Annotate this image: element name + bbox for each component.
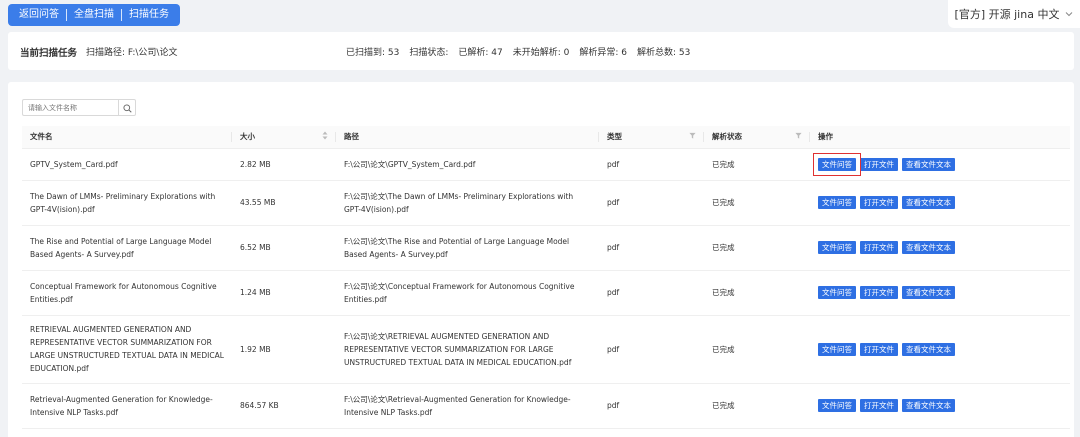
- file-qa-button[interactable]: 文件问答: [818, 196, 856, 209]
- chevron-down-icon: [1065, 10, 1073, 19]
- view-file-text-button[interactable]: 查看文件文本: [902, 342, 955, 356]
- open-file-button[interactable]: 打开文件: [860, 286, 898, 299]
- cell-actions: 文件问答 打开文件 查看文件文本: [810, 180, 1070, 226]
- table-row: RETRIEVAL AUGMENTED GENERATION AND REPRE…: [22, 315, 1070, 384]
- file-qa-button[interactable]: 文件问答: [818, 241, 856, 254]
- table-row: GPTV_System_Card.pdf 2.82 MB F:\公司\论文\GP…: [22, 148, 1070, 181]
- scan-path: 扫描路径: F:\公司\论文: [86, 48, 178, 58]
- filter-icon[interactable]: [795, 132, 802, 141]
- top-nav: 返回问答 全盘扫描 扫描任务: [8, 4, 180, 26]
- search-button[interactable]: [118, 99, 136, 116]
- cell-actions: 文件问答 打开文件 查看文件文本: [810, 148, 1070, 181]
- table-row: The Rise and Potential of Large Language…: [22, 225, 1070, 271]
- cell-file-size: 2.82 MB: [232, 148, 336, 181]
- view-file-text-button[interactable]: 查看文件文本: [902, 399, 955, 412]
- cell-file-path: F:\公司\论文\RETRIEVAL AUGMENTED GENERATION …: [336, 315, 599, 384]
- scan-task-info: 当前扫描任务 扫描路径: F:\公司\论文 已扫描到: 53 扫描状态: 已解析…: [8, 32, 1074, 70]
- view-file-text-button[interactable]: 查看文件文本: [902, 157, 955, 171]
- cell-parse-status: 已完成: [704, 148, 810, 181]
- filter-icon[interactable]: [689, 132, 696, 141]
- cell-parse-status: 已完成: [704, 315, 810, 384]
- cell-file-size: 1.24 MB: [232, 270, 336, 316]
- stat-scanned: 已扫描到: 53: [346, 48, 400, 58]
- open-file-button[interactable]: 打开文件: [860, 241, 898, 254]
- file-qa-button[interactable]: 文件问答: [818, 399, 856, 412]
- open-file-button[interactable]: 打开文件: [860, 196, 898, 209]
- full-disk-scan-button[interactable]: 全盘扫描: [67, 4, 121, 26]
- highlight-box: [813, 152, 861, 176]
- col-header-size[interactable]: 大小: [232, 126, 336, 149]
- table-row: The Dawn of LMMs- Preliminary Exploratio…: [22, 180, 1070, 226]
- stat-not-started: 未开始解析: 0: [512, 48, 570, 58]
- cell-parse-status: 已完成: [704, 270, 810, 316]
- cell-file-type: pdf: [599, 383, 704, 429]
- cell-parse-status: 已完成: [704, 225, 810, 271]
- cell-actions: 文件问答 打开文件 查看文件文本: [810, 225, 1070, 271]
- file-qa-button[interactable]: 文件问答: [818, 286, 856, 299]
- file-name-search-input[interactable]: [22, 99, 118, 116]
- file-table: 文件名 大小 路径 类型 解析状态 操作 GPTV_System_Card.pd…: [22, 126, 1070, 429]
- search-icon: [122, 98, 132, 117]
- cell-actions: 文件问答 打开文件 查看文件文本: [810, 315, 1070, 384]
- stat-parse-error: 解析异常: 6: [579, 48, 628, 58]
- cell-file-type: pdf: [599, 148, 704, 181]
- cell-actions: 文件问答 打开文件 查看文件文本: [810, 270, 1070, 316]
- view-file-text-button[interactable]: 查看文件文本: [902, 241, 955, 254]
- table-row: Conceptual Framework for Autonomous Cogn…: [22, 270, 1070, 316]
- open-file-button[interactable]: 打开文件: [860, 399, 898, 412]
- cell-file-size: 864.57 KB: [232, 383, 336, 429]
- cell-file-name: The Dawn of LMMs- Preliminary Exploratio…: [22, 180, 232, 226]
- table-header-row: 文件名 大小 路径 类型 解析状态 操作: [22, 126, 1070, 149]
- cell-actions: 文件问答 打开文件 查看文件文本: [810, 383, 1070, 429]
- cell-file-name: The Rise and Potential of Large Language…: [22, 225, 232, 271]
- cell-file-name: Conceptual Framework for Autonomous Cogn…: [22, 270, 232, 316]
- scan-stats: 已扫描到: 53 扫描状态: 已解析: 47 未开始解析: 0 解析异常: 6 …: [346, 45, 690, 58]
- col-header-type[interactable]: 类型: [599, 126, 704, 149]
- model-selector-label: [官方] 开源 jina 中文: [954, 8, 1060, 21]
- cell-file-path: F:\公司\论文\Retrieval-Augmented Generation …: [336, 383, 599, 429]
- stat-parsed: 已解析: 47: [458, 48, 503, 58]
- cell-file-type: pdf: [599, 270, 704, 316]
- cell-file-path: F:\公司\论文\Conceptual Framework for Autono…: [336, 270, 599, 316]
- model-selector[interactable]: [官方] 开源 jina 中文: [948, 0, 1080, 28]
- stat-total: 解析总数: 53: [637, 48, 691, 58]
- cell-file-name: GPTV_System_Card.pdf: [22, 148, 232, 181]
- back-to-qa-button[interactable]: 返回问答: [12, 4, 66, 26]
- sort-icon[interactable]: [322, 131, 328, 142]
- cell-file-size: 6.52 MB: [232, 225, 336, 271]
- open-file-button[interactable]: 打开文件: [860, 157, 898, 171]
- col-header-name: 文件名: [22, 126, 232, 149]
- cell-file-type: pdf: [599, 180, 704, 226]
- cell-parse-status: 已完成: [704, 383, 810, 429]
- cell-file-size: 1.92 MB: [232, 315, 336, 384]
- cell-file-path: F:\公司\论文\The Dawn of LMMs- Preliminary E…: [336, 180, 599, 226]
- col-header-actions: 操作: [810, 126, 1070, 149]
- file-list-panel: 文件名 大小 路径 类型: [8, 82, 1074, 437]
- table-row: Retrieval-Augmented Generation for Knowl…: [22, 383, 1070, 429]
- task-title: 当前扫描任务: [20, 48, 78, 59]
- cell-file-type: pdf: [599, 225, 704, 271]
- view-file-text-button[interactable]: 查看文件文本: [902, 196, 955, 209]
- file-search: [22, 99, 136, 116]
- stat-scan-status: 扫描状态:: [409, 48, 449, 58]
- scan-tasks-button[interactable]: 扫描任务: [122, 4, 176, 26]
- cell-file-size: 43.55 MB: [232, 180, 336, 226]
- view-file-text-button[interactable]: 查看文件文本: [902, 286, 955, 299]
- cell-parse-status: 已完成: [704, 180, 810, 226]
- cell-file-path: F:\公司\论文\GPTV_System_Card.pdf: [336, 148, 599, 181]
- cell-file-type: pdf: [599, 315, 704, 384]
- col-header-path: 路径: [336, 126, 599, 149]
- open-file-button[interactable]: 打开文件: [860, 342, 898, 356]
- col-header-status[interactable]: 解析状态: [704, 126, 810, 149]
- cell-file-name: Retrieval-Augmented Generation for Knowl…: [22, 383, 232, 429]
- cell-file-path: F:\公司\论文\The Rise and Potential of Large…: [336, 225, 599, 271]
- file-qa-button[interactable]: 文件问答: [818, 342, 856, 356]
- cell-file-name: RETRIEVAL AUGMENTED GENERATION AND REPRE…: [22, 315, 232, 384]
